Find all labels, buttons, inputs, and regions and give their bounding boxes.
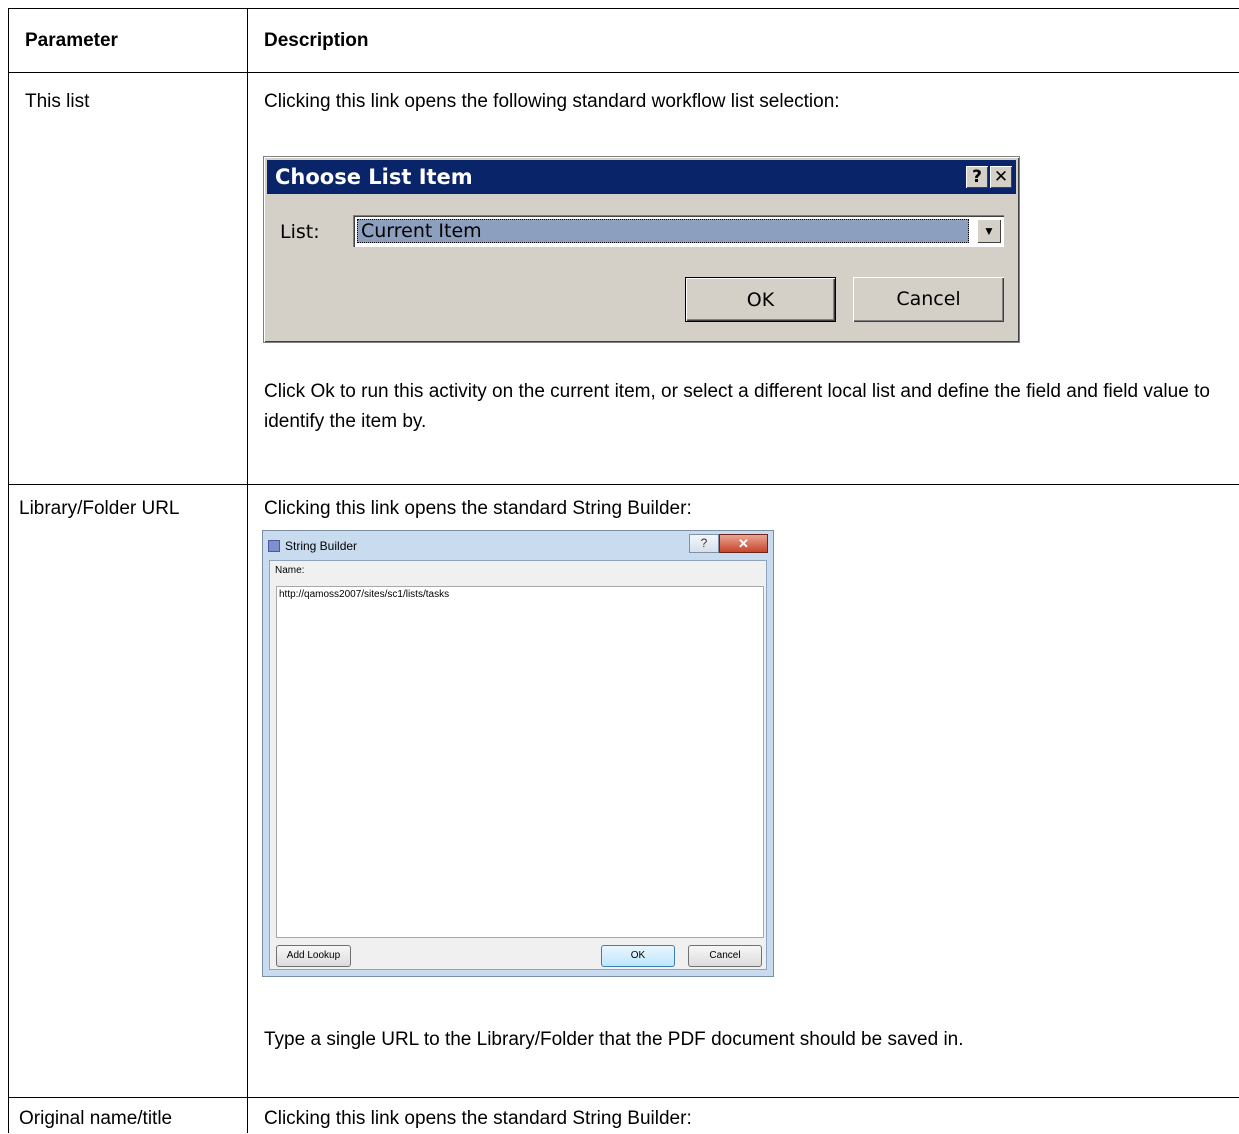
- table-top-border: [8, 8, 1239, 9]
- close-icon[interactable]: ✕: [719, 534, 768, 553]
- choose-list-item-dialog: Choose List Item ? ✕ List: Current Item …: [263, 156, 1020, 343]
- dialog-body: Name: http://qamoss2007/sites/sc1/lists/…: [269, 560, 767, 970]
- row-2-instructions: Type a single URL to the Library/Folder …: [264, 1029, 964, 1050]
- list-select[interactable]: Current Item ▼: [353, 215, 1004, 247]
- column-divider: [247, 8, 248, 1133]
- add-lookup-button[interactable]: Add Lookup: [276, 945, 351, 967]
- chevron-down-icon[interactable]: ▼: [977, 219, 1001, 243]
- help-icon[interactable]: ?: [689, 534, 719, 553]
- app-icon: [268, 540, 280, 552]
- list-selected-value: Current Item: [357, 219, 969, 243]
- list-label: List:: [280, 221, 320, 243]
- cancel-button[interactable]: Cancel: [688, 945, 762, 967]
- ok-button[interactable]: OK: [685, 277, 836, 322]
- ok-button[interactable]: OK: [601, 945, 675, 967]
- row-1-instructions: Click Ok to run this activity on the cur…: [264, 381, 1210, 432]
- help-icon[interactable]: ?: [966, 166, 988, 188]
- row-3-parameter: Original name/title: [19, 1108, 173, 1129]
- name-textarea[interactable]: http://qamoss2007/sites/sc1/lists/tasks: [276, 586, 764, 938]
- dialog-title-bar: Choose List Item ? ✕: [267, 160, 1016, 194]
- header-description: Description: [264, 30, 369, 51]
- row-divider-1: [8, 484, 1239, 485]
- row-2-intro: Clicking this link opens the standard St…: [264, 498, 692, 519]
- string-builder-dialog: String Builder ? ✕ Name: http://qamoss20…: [262, 530, 774, 977]
- dialog-title: Choose List Item: [275, 165, 473, 189]
- dialog-title: String Builder: [285, 539, 358, 553]
- table-left-border: [8, 8, 9, 1133]
- cancel-button[interactable]: Cancel: [853, 277, 1004, 322]
- row-divider-2: [8, 1097, 1239, 1098]
- row-1-parameter: This list: [25, 91, 90, 112]
- row-2-parameter: Library/Folder URL: [19, 498, 180, 519]
- name-label: Name:: [275, 565, 305, 576]
- row-1-intro: Clicking this link opens the following s…: [264, 91, 840, 112]
- close-icon[interactable]: ✕: [990, 166, 1012, 188]
- name-value: http://qamoss2007/sites/sc1/lists/tasks: [279, 589, 450, 600]
- header-parameter: Parameter: [25, 30, 118, 51]
- row-3-intro: Clicking this link opens the standard St…: [264, 1108, 692, 1129]
- header-divider: [8, 72, 1239, 73]
